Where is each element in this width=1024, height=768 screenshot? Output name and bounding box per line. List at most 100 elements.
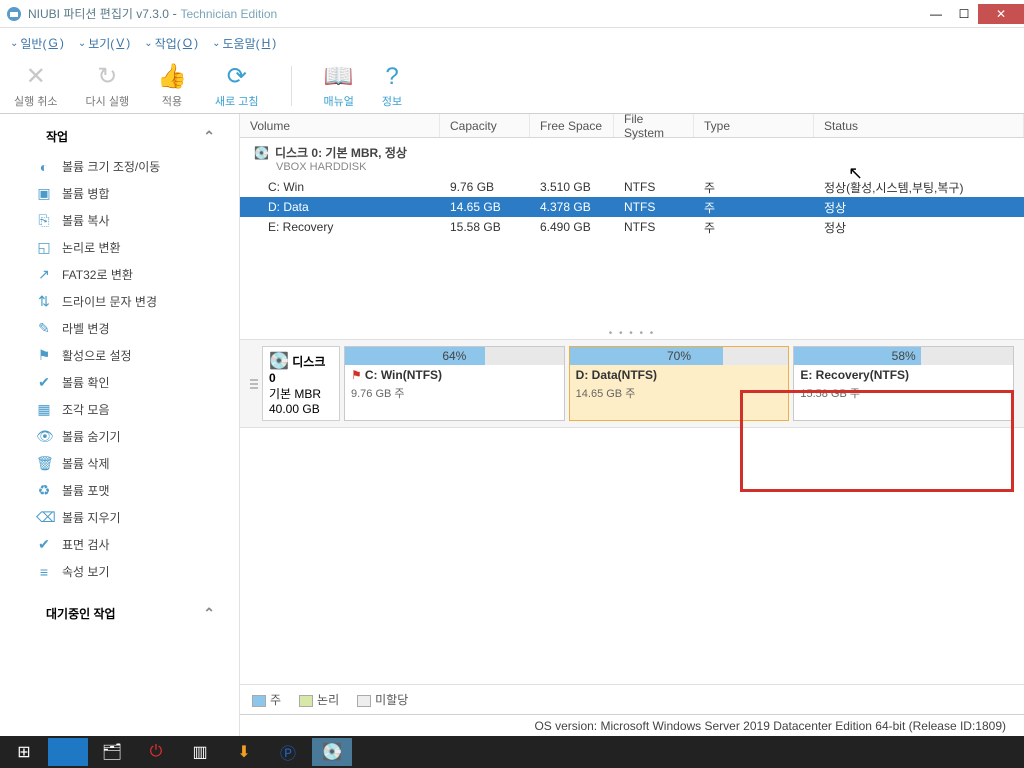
sidebar-item-label: 볼륨 숨기기 bbox=[62, 428, 121, 445]
taskbar: ⊞ 🗂 ⏻ ▥ ⬇ Ⓟ 💽 bbox=[0, 736, 1024, 768]
close-button[interactable]: ✕ bbox=[978, 4, 1024, 24]
partition-usage-bar: 58% bbox=[794, 347, 1013, 365]
minimize-button[interactable]: — bbox=[922, 4, 950, 24]
sidebar-item-1[interactable]: ▣볼륨 병합 bbox=[0, 180, 239, 207]
tool-새로 고침[interactable]: ⟳새로 고침 bbox=[215, 62, 259, 109]
cell-volume: C: Win bbox=[240, 180, 440, 194]
sidebar-item-6[interactable]: ✎ 라벨 변경 bbox=[0, 315, 239, 342]
tool-icon: ⟳ bbox=[227, 62, 247, 91]
taskview-icon[interactable] bbox=[48, 738, 88, 766]
cell-status: 정상 bbox=[814, 219, 1024, 236]
sidebar-item-icon: ✔ bbox=[36, 536, 52, 553]
sidebar-item-3[interactable]: ◱논리로 변환 bbox=[0, 234, 239, 261]
col-type[interactable]: Type bbox=[694, 114, 814, 137]
sidebar-item-icon: 👁 bbox=[36, 428, 52, 445]
disk-group-title: 디스크 0: 기본 MBR, 정상 bbox=[275, 144, 407, 161]
sidebar-ops-header[interactable]: 작업 ⌃ bbox=[0, 122, 239, 153]
tool-다시 실행[interactable]: ↻다시 실행 bbox=[86, 62, 130, 109]
diskmap-handle[interactable] bbox=[250, 346, 258, 421]
app-icon-3[interactable]: Ⓟ bbox=[268, 738, 308, 766]
tool-정보[interactable]: ?정보 bbox=[382, 63, 402, 109]
menu-h[interactable]: ⌄ 도움말(H) bbox=[212, 35, 276, 52]
sidebar-item-8[interactable]: ✔볼륨 확인 bbox=[0, 369, 239, 396]
partition-sub: 9.76 GB 주 bbox=[345, 385, 564, 404]
sidebar-item-icon: ◐ bbox=[36, 159, 52, 175]
col-volume[interactable]: Volume bbox=[240, 114, 440, 137]
sidebar-item-15[interactable]: ≡속성 보기 bbox=[0, 558, 239, 585]
sidebar-pending-header[interactable]: 대기중인 작업 ⌃ bbox=[0, 599, 239, 630]
tool-적용[interactable]: 👍적용 bbox=[157, 62, 187, 109]
disk-icon: 💽 bbox=[254, 146, 269, 160]
cell-volume: E: Recovery bbox=[240, 220, 440, 234]
sidebar-item-4[interactable]: ↗FAT32로 변환 bbox=[0, 261, 239, 288]
app-icon-1[interactable]: ▥ bbox=[180, 738, 220, 766]
sidebar-item-label: 볼륨 삭제 bbox=[62, 455, 110, 472]
sidebar-item-2[interactable]: ⎘볼륨 복사 bbox=[0, 207, 239, 234]
sidebar-item-10[interactable]: 👁 볼륨 숨기기 bbox=[0, 423, 239, 450]
cell-free: 6.490 GB bbox=[530, 220, 614, 234]
disk-model: VBOX HARDDISK bbox=[276, 161, 1014, 173]
legend-unalloc: 미할당 bbox=[357, 691, 408, 708]
sidebar-item-12[interactable]: ♻ 볼륨 포맷 bbox=[0, 477, 239, 504]
cell-status: 정상(활성,시스템,부팅,복구) bbox=[814, 179, 1024, 196]
partition-usage-bar: 70% bbox=[570, 347, 789, 365]
volume-row[interactable]: E: Recovery15.58 GB6.490 GBNTFS주정상 bbox=[240, 217, 1024, 237]
tool-실행 취소[interactable]: ✕실행 취소 bbox=[14, 62, 58, 109]
sidebar-item-label: 조각 모음 bbox=[62, 401, 110, 418]
cell-free: 3.510 GB bbox=[530, 180, 614, 194]
sidebar-item-9[interactable]: ▦조각 모음 bbox=[0, 396, 239, 423]
maximize-button[interactable]: ☐ bbox=[950, 4, 978, 24]
power-icon[interactable]: ⏻ bbox=[136, 738, 176, 766]
sidebar-item-icon: ◱ bbox=[36, 239, 52, 256]
volume-row[interactable]: C: Win9.76 GB3.510 GBNTFS주정상(활성,시스템,부팅,복… bbox=[240, 177, 1024, 197]
sidebar-item-7[interactable]: ⚑활성으로 설정 bbox=[0, 342, 239, 369]
partition-sub: 15.58 GB 주 bbox=[794, 385, 1013, 404]
app-icon-2[interactable]: ⬇ bbox=[224, 738, 264, 766]
col-free[interactable]: Free Space bbox=[530, 114, 614, 137]
volume-row[interactable]: D: Data14.65 GB4.378 GBNTFS주정상 bbox=[240, 197, 1024, 217]
cell-fs: NTFS bbox=[614, 180, 694, 194]
menu-v[interactable]: ⌄ 보기(V) bbox=[78, 35, 130, 52]
tool-label: 실행 취소 bbox=[14, 93, 58, 109]
partition-box[interactable]: 70%D: Data(NTFS)14.65 GB 주 bbox=[569, 346, 790, 421]
partition-name: ⚑ C: Win(NTFS) bbox=[345, 365, 564, 385]
sidebar-item-14[interactable]: ✔표면 검사 bbox=[0, 531, 239, 558]
tool-label: 정보 bbox=[382, 93, 402, 109]
sidebar-item-label: 드라이브 문자 변경 bbox=[62, 293, 157, 310]
col-status[interactable]: Status bbox=[814, 114, 1024, 137]
sidebar-item-label: 속성 보기 bbox=[62, 563, 110, 580]
col-capacity[interactable]: Capacity bbox=[440, 114, 530, 137]
sidebar: 작업 ⌃ ◐볼륨 크기 조정/이동▣볼륨 병합⎘볼륨 복사◱논리로 변환↗FAT… bbox=[0, 114, 240, 736]
menu-g[interactable]: ⌄ 일반(G) bbox=[10, 35, 64, 52]
partition-box[interactable]: 58%E: Recovery(NTFS)15.58 GB 주 bbox=[793, 346, 1014, 421]
legend-logical: 논리 bbox=[299, 691, 339, 708]
niubi-taskbar-icon[interactable]: 💽 bbox=[312, 738, 352, 766]
explorer-icon[interactable]: 🗂 bbox=[92, 738, 132, 766]
tool-매뉴얼[interactable]: 📖매뉴얼 bbox=[324, 62, 354, 109]
cell-free: 4.378 GB bbox=[530, 200, 614, 214]
app-icon bbox=[6, 6, 22, 22]
splitter[interactable]: • • • • • bbox=[240, 322, 1024, 339]
start-button[interactable]: ⊞ bbox=[4, 738, 44, 766]
grid-header: Volume Capacity Free Space File System T… bbox=[240, 114, 1024, 138]
partition-box[interactable]: 64%⚑ C: Win(NTFS)9.76 GB 주 bbox=[344, 346, 565, 421]
col-fs[interactable]: File System bbox=[614, 114, 694, 137]
toolbar: ✕실행 취소 ↻다시 실행 👍적용 ⟳새로 고침 📖매뉴얼 ?정보 bbox=[0, 58, 1024, 114]
sidebar-item-icon: ↗ bbox=[36, 266, 52, 283]
sidebar-item-icon: ✎ bbox=[36, 320, 52, 337]
sidebar-item-11[interactable]: 🗑볼륨 삭제 bbox=[0, 450, 239, 477]
chevron-up-icon: ⌃ bbox=[203, 128, 215, 145]
sidebar-item-label: 라벨 변경 bbox=[62, 320, 110, 337]
sidebar-item-0[interactable]: ◐볼륨 크기 조정/이동 bbox=[0, 153, 239, 180]
legend-primary: 주 bbox=[252, 691, 281, 708]
sidebar-item-icon: ⌫ bbox=[36, 509, 52, 526]
sidebar-item-icon: ♻ bbox=[36, 482, 52, 499]
sidebar-item-label: 볼륨 포맷 bbox=[62, 482, 110, 499]
sidebar-item-13[interactable]: ⌫볼륨 지우기 bbox=[0, 504, 239, 531]
disk-group-header[interactable]: 💽 디스크 0: 기본 MBR, 정상 VBOX HARDDISK bbox=[240, 138, 1024, 177]
sidebar-item-5[interactable]: ⇅드라이브 문자 변경 bbox=[0, 288, 239, 315]
menu-o[interactable]: ⌄ 작업(O) bbox=[144, 35, 198, 52]
cell-type: 주 bbox=[694, 219, 814, 236]
disk-info-box[interactable]: 💽 디스크 0 기본 MBR 40.00 GB bbox=[262, 346, 340, 421]
tool-icon: ↻ bbox=[97, 62, 117, 91]
